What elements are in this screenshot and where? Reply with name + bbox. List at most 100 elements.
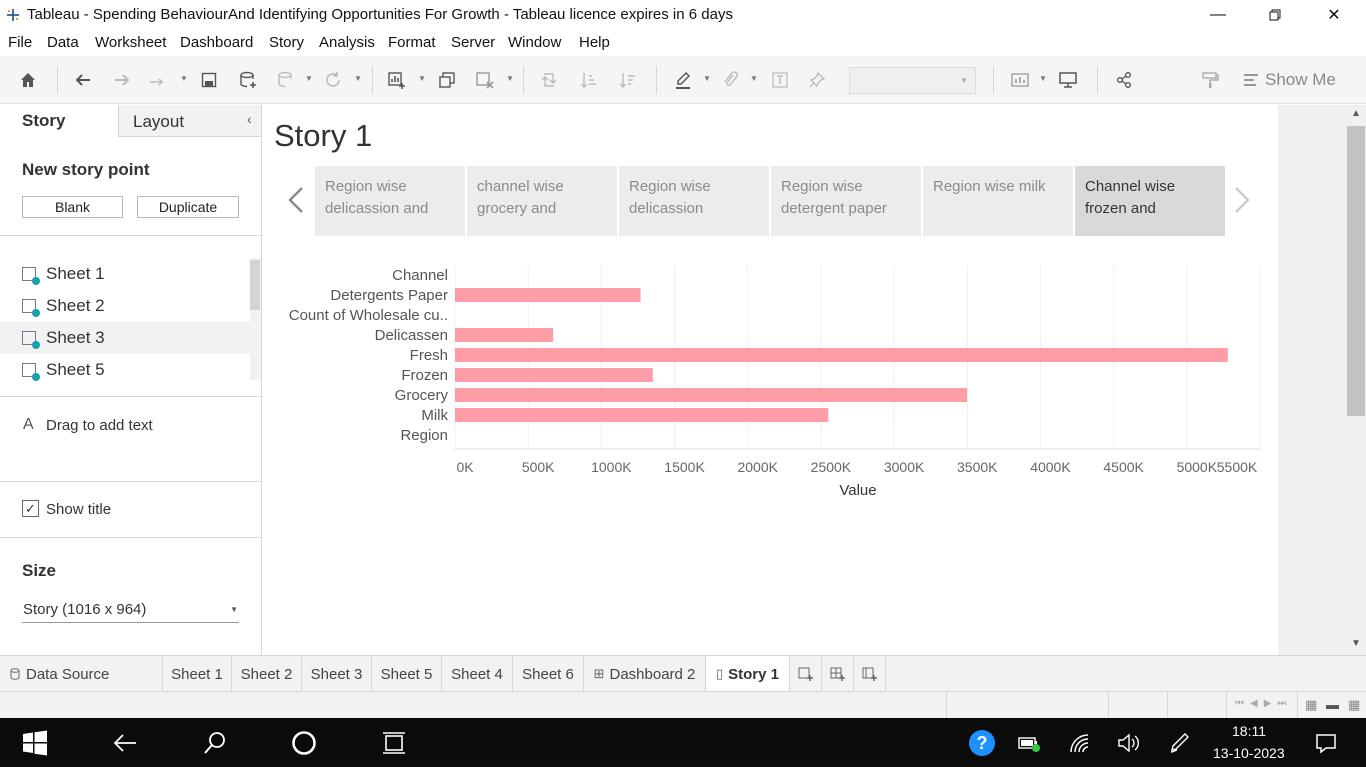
duplicate-sheet-icon[interactable] (435, 68, 459, 92)
menu-window[interactable]: Window (508, 34, 561, 51)
help-icon[interactable]: ? (966, 727, 998, 759)
group-members-icon[interactable] (718, 68, 742, 92)
show-sheet-sorter-icon[interactable]: ▦ (1348, 697, 1360, 713)
tab-layout[interactable]: Layout ‹ (118, 105, 261, 137)
show-title-checkbox[interactable]: ✓ (22, 500, 39, 517)
battery-icon[interactable] (1013, 727, 1045, 759)
story-point-4[interactable]: Region wise detergent paper (771, 166, 921, 236)
worksheet-icon (22, 363, 40, 381)
clear-sheet-icon[interactable] (473, 68, 497, 92)
clock-time[interactable]: 18:11 (1232, 723, 1266, 739)
close-button[interactable]: ✕ (1311, 0, 1357, 30)
story-point-6-active[interactable]: Channel wise frozen and (1075, 166, 1225, 236)
home-icon[interactable] (16, 68, 40, 92)
sort-descending-icon[interactable] (616, 68, 640, 92)
toolbar: ▼ ▼ ▼ ▼ ▼ ▼ ▼ ▼ ▼ Show Me (0, 56, 1366, 104)
replay-icon[interactable] (146, 68, 170, 92)
menu-file[interactable]: File (8, 34, 32, 51)
story-size-value: Story (1016 x 964) (23, 601, 147, 618)
show-me-button[interactable]: Show Me (1243, 68, 1336, 92)
swap-rows-columns-icon[interactable] (537, 68, 561, 92)
sheet-list-item[interactable]: Sheet 2 (0, 290, 250, 322)
sort-ascending-icon[interactable] (577, 68, 601, 92)
sheet-list-item[interactable]: Sheet 5 (0, 354, 250, 386)
story-point-2[interactable]: channel wise grocery and (467, 166, 617, 236)
collapse-panel-icon[interactable]: ‹ (247, 111, 252, 127)
menu-data[interactable]: Data (47, 34, 79, 51)
menu-analysis[interactable]: Analysis (319, 34, 375, 51)
windows-start-icon[interactable] (19, 727, 51, 759)
sheet-list-item[interactable]: Sheet 3 (0, 322, 250, 354)
tab-story[interactable]: Story (0, 105, 118, 137)
task-view-icon[interactable] (378, 727, 410, 759)
duplicate-button[interactable]: Duplicate (137, 196, 239, 218)
tab-story-1[interactable]: ▯ Story 1 (706, 656, 790, 692)
sheet-list-scrollbar[interactable] (250, 258, 261, 380)
previous-story-point-icon[interactable] (284, 184, 308, 221)
blank-button[interactable]: Blank (22, 196, 123, 218)
fix-axes-icon[interactable] (805, 68, 829, 92)
tab-sheet-4[interactable]: Sheet 4 (442, 656, 513, 692)
sheet-navigation-icons[interactable]: ⏮◀▶⏭ (1235, 698, 1292, 709)
menu-format[interactable]: Format (388, 34, 436, 51)
story-point-1[interactable]: Region wise delicassion and (315, 166, 465, 236)
search-icon[interactable] (199, 727, 231, 759)
show-labels-icon[interactable] (768, 68, 792, 92)
cortana-icon[interactable] (288, 727, 320, 759)
volume-icon[interactable] (1112, 727, 1144, 759)
new-dashboard-tab-icon[interactable] (822, 656, 854, 692)
new-worksheet-icon[interactable] (385, 68, 409, 92)
tab-sheet-2[interactable]: Sheet 2 (232, 656, 302, 692)
presentation-mode-icon[interactable] (1056, 68, 1080, 92)
scroll-up-icon[interactable]: ▲ (1351, 108, 1361, 119)
pen-icon[interactable] (1163, 727, 1195, 759)
canvas-margin (1278, 105, 1346, 655)
notifications-icon[interactable] (1310, 727, 1342, 759)
wifi-icon[interactable] (1064, 727, 1096, 759)
drag-to-add-text[interactable]: Drag to add text (46, 417, 153, 434)
format-painter-icon[interactable] (1198, 68, 1222, 92)
minimize-button[interactable]: — (1195, 0, 1241, 30)
clock-date[interactable]: 13-10-2023 (1213, 745, 1285, 761)
restore-button[interactable] (1252, 0, 1298, 30)
story-point-5[interactable]: Region wise milk (923, 166, 1073, 236)
tab-sheet-5[interactable]: Sheet 5 (372, 656, 442, 692)
tab-data-source[interactable]: Data Source (0, 656, 163, 692)
back-icon[interactable] (109, 727, 141, 759)
tab-sheet-3[interactable]: Sheet 3 (302, 656, 372, 692)
story-point-3[interactable]: Region wise delicassion (619, 166, 769, 236)
vertical-scrollbar[interactable]: ▲ ▼ (1346, 105, 1366, 655)
show-cards-icon[interactable] (1008, 68, 1032, 92)
tableau-logo-icon (7, 9, 19, 21)
new-story-tab-icon[interactable] (854, 656, 886, 692)
show-filmstrip-icon[interactable]: ▦ (1305, 697, 1317, 713)
menu-worksheet[interactable]: Worksheet (95, 34, 166, 51)
menu-story[interactable]: Story (269, 34, 304, 51)
tab-story-label: Story (22, 111, 66, 130)
fit-dropdown[interactable]: ▼ (849, 67, 976, 94)
title-bar: Tableau - Spending BehaviourAnd Identify… (0, 0, 1366, 30)
highlight-icon[interactable] (671, 68, 695, 92)
tab-layout-label: Layout (133, 112, 185, 131)
show-tabs-icon[interactable]: ▬ (1326, 697, 1339, 712)
share-icon[interactable] (1112, 68, 1136, 92)
tab-sheet-6[interactable]: Sheet 6 (513, 656, 584, 692)
scroll-down-icon[interactable]: ▼ (1351, 638, 1361, 649)
story-size-dropdown[interactable]: Story (1016 x 964) ▼ (22, 599, 239, 623)
refresh-icon[interactable] (321, 68, 345, 92)
new-data-source-icon[interactable] (236, 68, 260, 92)
tab-dashboard-2[interactable]: ⊞ Dashboard 2 (584, 656, 706, 692)
sheet-list-item[interactable]: Sheet 1 (0, 258, 250, 290)
save-icon[interactable] (197, 68, 221, 92)
pause-updates-icon[interactable] (274, 68, 298, 92)
redo-icon[interactable] (110, 68, 134, 92)
menu-help[interactable]: Help (579, 34, 610, 51)
undo-icon[interactable] (71, 68, 95, 92)
menu-dashboard[interactable]: Dashboard (180, 34, 253, 51)
tab-sheet-1[interactable]: Sheet 1 (163, 656, 232, 692)
menu-server[interactable]: Server (451, 34, 495, 51)
new-worksheet-tab-icon[interactable] (790, 656, 822, 692)
chevron-down-icon: ▼ (230, 605, 238, 614)
tab-data-source-label: Data Source (26, 665, 110, 683)
next-story-point-icon[interactable] (1230, 184, 1254, 221)
